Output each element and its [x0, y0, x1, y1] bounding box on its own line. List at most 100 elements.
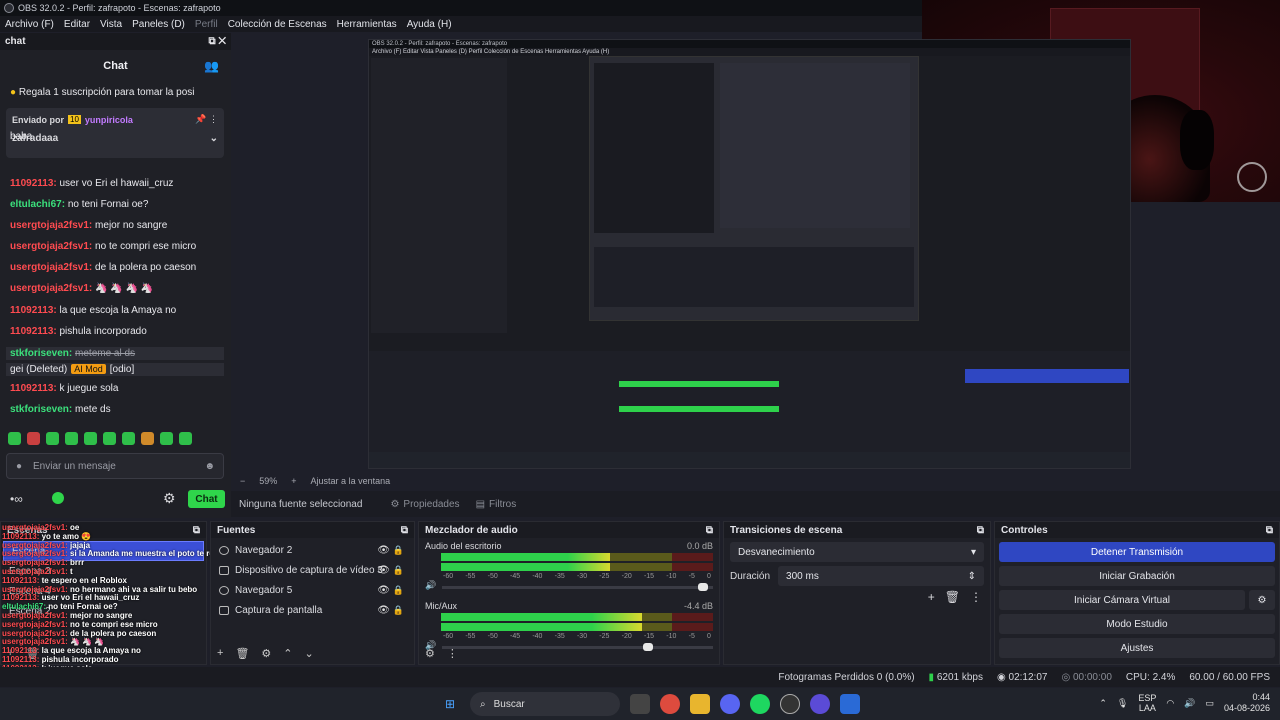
- menu-paneles[interactable]: Paneles (D): [132, 19, 185, 30]
- gift-banner[interactable]: ● Regala 1 suscripción para tomar la pos…: [10, 87, 225, 101]
- virtual-cam-gear-icon[interactable]: ⚙: [1249, 590, 1275, 610]
- volume-knob[interactable]: [697, 583, 708, 591]
- gear-icon[interactable]: ⚙: [261, 647, 271, 660]
- menu-perfil[interactable]: Perfil: [195, 19, 218, 30]
- dock-float-icon[interactable]: ⧉: [977, 525, 984, 536]
- chat-send-button[interactable]: Chat: [188, 490, 225, 508]
- menu-ayuda[interactable]: Ayuda (H): [407, 19, 452, 30]
- emote-icon[interactable]: [160, 432, 173, 445]
- chat-username[interactable]: stkforiseven:: [10, 348, 75, 359]
- menu-herramientas[interactable]: Herramientas: [337, 19, 397, 30]
- lock-icon[interactable]: 🔒: [393, 605, 404, 616]
- volume-knob[interactable]: [643, 643, 654, 651]
- chat-username[interactable]: usergtojaja2fsv1:: [10, 220, 95, 231]
- menu-editar[interactable]: Editar: [64, 19, 90, 30]
- lock-icon[interactable]: 🔒: [393, 545, 404, 556]
- trash-icon[interactable]: 🗑: [235, 647, 249, 660]
- volume-slider[interactable]: [442, 643, 713, 651]
- obs-icon[interactable]: [780, 694, 800, 714]
- chat-message[interactable]: 11092113: la que escoja la Amaya no: [10, 305, 176, 316]
- taskbar-search[interactable]: ⌕ Buscar: [470, 692, 620, 716]
- windows-start-icon[interactable]: ⊞: [440, 694, 460, 714]
- stepper-icon[interactable]: ⇕: [968, 571, 976, 582]
- emoji-icon[interactable]: ☻: [204, 461, 215, 472]
- dock-float-icon[interactable]: ⧉: [1266, 525, 1273, 536]
- zoom-out-icon[interactable]: −: [240, 476, 245, 486]
- discord-icon[interactable]: [720, 694, 740, 714]
- chat-message[interactable]: 11092113: pishula incorporado: [10, 326, 147, 337]
- studio-mode-button[interactable]: Modo Estudio: [999, 614, 1275, 634]
- move-up-icon[interactable]: ⌃: [283, 647, 292, 660]
- emote-icon[interactable]: [141, 432, 154, 445]
- menu-vista[interactable]: Vista: [100, 19, 122, 30]
- add-icon[interactable]: +: [928, 590, 935, 604]
- eye-icon[interactable]: 👁: [377, 565, 390, 576]
- battery-icon[interactable]: ▭: [1205, 698, 1214, 709]
- eye-icon[interactable]: 👁: [377, 545, 390, 556]
- tray-overflow-icon[interactable]: ⌃: [1099, 698, 1107, 709]
- filters-button[interactable]: ▤ Filtros: [468, 496, 525, 513]
- emote-icon[interactable]: [179, 432, 192, 445]
- stop-stream-button[interactable]: Detener Transmisión: [999, 542, 1275, 562]
- source-item[interactable]: Navegador 2 👁 🔒: [211, 540, 414, 560]
- pin-icon[interactable]: 📌 ⋮: [195, 114, 218, 125]
- transition-select[interactable]: Desvanecimiento ▾: [730, 542, 984, 562]
- chat-message[interactable]: baba: [10, 131, 32, 142]
- start-recording-button[interactable]: Iniciar Grabación: [999, 566, 1275, 586]
- chat-username[interactable]: eltulachi67:: [10, 199, 68, 210]
- volume-slider[interactable]: [442, 583, 713, 591]
- dock-close-icon[interactable]: ⧉ ✕: [208, 36, 226, 47]
- chat-message[interactable]: 11092113: user vo Eri el hawaii_cruz: [10, 178, 173, 189]
- properties-button[interactable]: ⚙ Propiedades: [382, 496, 467, 513]
- menu-archivo[interactable]: Archivo (F): [5, 19, 54, 30]
- mixer-gear-icon[interactable]: ⚙: [425, 647, 435, 660]
- trash-icon[interactable]: 🗑: [945, 590, 960, 604]
- emote-icon[interactable]: [27, 432, 40, 445]
- source-item[interactable]: Navegador 5 👁 🔒: [211, 580, 414, 600]
- menu-coleccion[interactable]: Colección de Escenas: [228, 19, 327, 30]
- zoom-in-icon[interactable]: +: [291, 476, 296, 486]
- zoom-fit[interactable]: Ajustar a la ventana: [311, 476, 391, 486]
- lock-icon[interactable]: 🔒: [393, 565, 404, 576]
- chat-message[interactable]: eltulachi67: no teni Fornai oe?: [10, 199, 148, 210]
- dock-float-icon[interactable]: ⧉: [706, 525, 713, 536]
- app-icon[interactable]: [810, 694, 830, 714]
- chat-message[interactable]: stkforiseven: mete ds: [10, 404, 111, 415]
- chat-username[interactable]: usergtojaja2fsv1:: [10, 283, 95, 294]
- mic-icon[interactable]: 🎙: [1117, 698, 1128, 709]
- chat-username[interactable]: stkforiseven:: [10, 404, 75, 415]
- channel-points-icon[interactable]: [52, 492, 64, 504]
- eye-icon[interactable]: 👁: [377, 585, 390, 596]
- source-item[interactable]: Captura de pantalla 👁 🔒: [211, 600, 414, 620]
- clock[interactable]: 0:44 04-08-2026: [1224, 692, 1270, 714]
- chat-username[interactable]: 11092113:: [10, 305, 60, 316]
- chat-message[interactable]: 11092113: k juegue sola: [10, 383, 118, 394]
- emote-icon[interactable]: [65, 432, 78, 445]
- app2-icon[interactable]: [840, 694, 860, 714]
- chat-username[interactable]: usergtojaja2fsv1:: [10, 241, 95, 252]
- chat-username[interactable]: 11092113:: [10, 383, 60, 394]
- duration-input[interactable]: 300 ms ⇕: [778, 566, 984, 586]
- menu-icon[interactable]: ⋮: [970, 590, 982, 604]
- emote-icon[interactable]: [122, 432, 135, 445]
- lock-icon[interactable]: 🔒: [393, 585, 404, 596]
- speaker-icon[interactable]: 🔊: [425, 580, 436, 591]
- users-icon[interactable]: 👥: [204, 59, 219, 73]
- wifi-icon[interactable]: ◠: [1166, 698, 1174, 709]
- chat-message[interactable]: usergtojaja2fsv1: 🦄 🦄 🦄 🦄: [10, 283, 153, 294]
- eye-icon[interactable]: 👁: [377, 605, 390, 616]
- chat-message[interactable]: gei (Deleted) AI Mod [odio]: [6, 363, 224, 376]
- folder-icon[interactable]: [690, 694, 710, 714]
- emote-icon[interactable]: [84, 432, 97, 445]
- emote-icon[interactable]: [8, 432, 21, 445]
- chat-input[interactable]: Enviar un mensaje ☻ ●: [6, 453, 224, 479]
- add-icon[interactable]: +: [217, 647, 223, 660]
- chat-username[interactable]: usergtojaja2fsv1:: [10, 262, 95, 273]
- badge-icon[interactable]: ●: [16, 461, 22, 472]
- dock-float-icon[interactable]: ⧉: [401, 525, 408, 536]
- chat-message[interactable]: stkforiseven: meteme al ds: [6, 347, 224, 360]
- start-virtual-camera-button[interactable]: Iniciar Cámara Virtual: [999, 590, 1245, 610]
- language-indicator[interactable]: ESP LAA: [1138, 693, 1156, 713]
- volume-icon[interactable]: 🔊: [1184, 698, 1195, 709]
- task-view-icon[interactable]: [630, 694, 650, 714]
